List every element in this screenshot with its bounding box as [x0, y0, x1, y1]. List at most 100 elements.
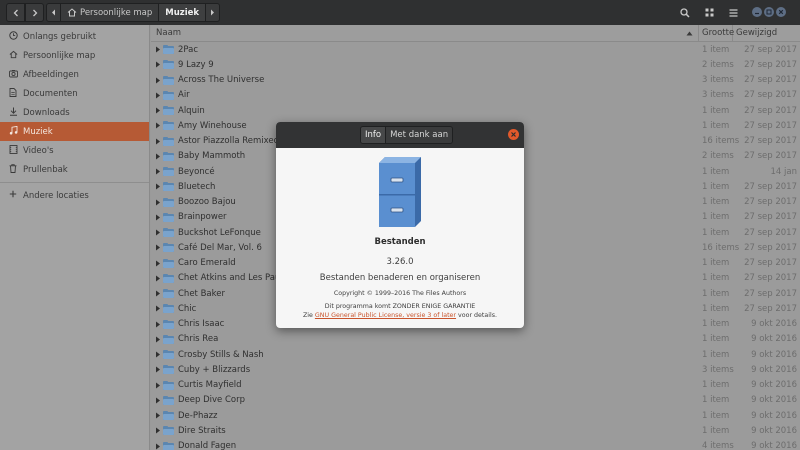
expander-triangle-icon[interactable] [154, 260, 162, 267]
breadcrumb-current[interactable]: Muziek [159, 4, 207, 21]
file-cabinet-icon [379, 157, 421, 227]
expander-triangle-icon[interactable] [154, 412, 162, 419]
sidebar-item-documents[interactable]: Documenten [0, 84, 149, 103]
table-row[interactable]: Cuby + Blizzards 3 items 9 okt 2016 [151, 362, 800, 377]
table-row[interactable]: Dire Straits 1 item 9 okt 2016 [151, 423, 800, 438]
row-name: 2Pac [178, 44, 199, 55]
table-row[interactable]: 9 Lazy 9 2 items 27 sep 2017 [151, 57, 800, 72]
column-header-name[interactable]: Naam [151, 25, 699, 42]
license-link[interactable]: GNU General Public License, versie 3 of … [315, 312, 456, 319]
row-size: 1 item [702, 120, 730, 131]
expander-triangle-icon[interactable] [154, 61, 162, 68]
row-size: 1 item [702, 380, 730, 391]
row-name: Chris Rea [178, 334, 219, 345]
app-comment: Bestanden benaderen en organiseren [319, 273, 481, 283]
hamburger-icon [729, 8, 738, 17]
column-header-modified[interactable]: Gewijzigd [733, 25, 800, 42]
expander-triangle-icon[interactable] [154, 183, 162, 190]
sidebar-item-label: Persoonlijke map [23, 50, 96, 61]
expander-triangle-icon[interactable] [154, 138, 162, 145]
folder-icon [163, 197, 174, 207]
row-name-cell: Alquin [151, 106, 699, 116]
forward-button[interactable] [25, 3, 44, 22]
expander-triangle-icon[interactable] [154, 427, 162, 434]
sidebar-item-music[interactable]: Muziek [0, 122, 149, 141]
expander-triangle-icon[interactable] [154, 92, 162, 99]
expander-triangle-icon[interactable] [154, 153, 162, 160]
close-window-button[interactable] [776, 7, 786, 17]
sidebar-item-pictures[interactable]: Afbeeldingen [0, 65, 149, 84]
breadcrumb-scroll-left[interactable] [47, 4, 61, 21]
minimize-button[interactable] [752, 7, 762, 17]
table-row[interactable]: Deep Dive Corp 1 item 9 okt 2016 [151, 393, 800, 408]
expander-triangle-icon[interactable] [154, 168, 162, 175]
expander-triangle-icon[interactable] [154, 321, 162, 328]
search-button[interactable] [675, 3, 694, 22]
folder-icon [163, 334, 174, 344]
table-row[interactable]: Alquin 1 item 27 sep 2017 [151, 103, 800, 118]
breadcrumb-scroll-right[interactable] [206, 4, 219, 21]
row-modified: 27 sep 2017 [744, 105, 797, 116]
back-button[interactable] [6, 3, 25, 22]
sidebar-item-label: Prullenbak [23, 164, 68, 175]
breadcrumb-home[interactable]: Persoonlijke map [61, 4, 160, 21]
table-row[interactable]: Crosby Stills & Nash 1 item 9 okt 2016 [151, 347, 800, 362]
row-name: Across The Universe [178, 75, 265, 86]
tab-info[interactable]: Info [361, 127, 387, 143]
table-row[interactable]: 2Pac 1 item 27 sep 2017 [151, 42, 800, 57]
row-size: 2 items [702, 151, 734, 162]
folder-icon [163, 395, 174, 405]
row-name-cell: Donald Fagen [151, 441, 699, 450]
expander-triangle-icon[interactable] [154, 46, 162, 53]
menu-button[interactable] [724, 3, 743, 22]
row-name: Deep Dive Corp [178, 395, 245, 406]
row-name-cell: Across The Universe [151, 75, 699, 85]
folder-icon [163, 380, 174, 390]
table-row[interactable]: Curtis Mayfield 1 item 9 okt 2016 [151, 378, 800, 393]
expander-triangle-icon[interactable] [154, 244, 162, 251]
app-copyright: Copyright © 1999–2016 The Files Authors [333, 290, 467, 297]
maximize-button[interactable] [764, 7, 774, 17]
row-modified: 9 okt 2016 [751, 380, 797, 391]
folder-icon [163, 243, 174, 253]
table-row[interactable]: De-Phazz 1 item 9 okt 2016 [151, 408, 800, 423]
expander-triangle-icon[interactable] [154, 351, 162, 358]
table-row[interactable]: Chris Rea 1 item 9 okt 2016 [151, 332, 800, 347]
expander-triangle-icon[interactable] [154, 77, 162, 84]
table-row[interactable]: Air 3 items 27 sep 2017 [151, 88, 800, 103]
folder-icon [163, 182, 174, 192]
column-header-size[interactable]: Grootte [699, 25, 734, 42]
expander-triangle-icon[interactable] [154, 443, 162, 450]
sidebar-item-home[interactable]: Persoonlijke map [0, 46, 149, 65]
sidebar-item-trash[interactable]: Prullenbak [0, 160, 149, 179]
row-name: Cuby + Blizzards [178, 364, 251, 375]
expander-triangle-icon[interactable] [154, 107, 162, 114]
expander-triangle-icon[interactable] [154, 214, 162, 221]
row-size: 1 item [702, 303, 730, 314]
expander-triangle-icon[interactable] [154, 366, 162, 373]
expander-triangle-icon[interactable] [154, 229, 162, 236]
sidebar-item-label: Muziek [23, 126, 53, 137]
expander-triangle-icon[interactable] [154, 305, 162, 312]
table-row[interactable]: Across The Universe 3 items 27 sep 2017 [151, 73, 800, 88]
sidebar-item-videos[interactable]: Video's [0, 141, 149, 160]
expander-triangle-icon[interactable] [154, 122, 162, 129]
table-row[interactable]: Donald Fagen 4 items 9 okt 2016 [151, 439, 800, 450]
camera-icon [7, 69, 19, 81]
expander-triangle-icon[interactable] [154, 199, 162, 206]
sidebar-item-recent[interactable]: Onlangs gebruikt [0, 27, 149, 46]
expander-triangle-icon[interactable] [154, 397, 162, 404]
sidebar-item-label: Onlangs gebruikt [23, 31, 97, 42]
row-name: Baby Mammoth [178, 151, 246, 162]
expander-triangle-icon[interactable] [154, 336, 162, 343]
tab-credits[interactable]: Met dank aan [386, 127, 453, 143]
folder-icon [163, 365, 174, 375]
folder-icon [163, 90, 174, 100]
about-close-button[interactable] [508, 129, 519, 140]
sidebar-item-other-locations[interactable]: Andere locaties [0, 186, 149, 205]
view-toggle-button[interactable] [700, 3, 719, 22]
expander-triangle-icon[interactable] [154, 290, 162, 297]
expander-triangle-icon[interactable] [154, 275, 162, 282]
sidebar-item-downloads[interactable]: Downloads [0, 103, 149, 122]
expander-triangle-icon[interactable] [154, 382, 162, 389]
